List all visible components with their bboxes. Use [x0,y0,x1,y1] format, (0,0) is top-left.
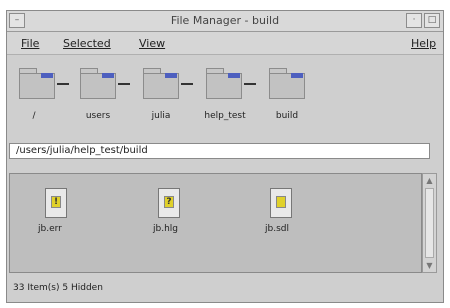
status-bar: 33 Item(s) 5 Hidden [13,283,103,293]
folder-icon-julia[interactable] [143,68,179,99]
path-label-root[interactable]: / [24,111,44,121]
path-separator [57,83,69,85]
file-name[interactable]: jb.hlg [153,224,178,234]
file-manager-window: – File Manager - build · □ File Selected… [6,10,444,303]
document-icon[interactable]: ! [45,188,67,218]
folder-icon-help-test[interactable] [206,68,242,99]
title-bar[interactable]: – File Manager - build · □ [7,11,443,32]
menu-file[interactable]: File [21,37,39,50]
window-title: File Manager - build [170,14,280,27]
maximize-button[interactable]: □ [424,13,440,28]
path-label-julia[interactable]: julia [143,111,179,121]
folder-icon-users[interactable] [80,68,116,99]
path-input[interactable]: /users/julia/help_test/build [9,143,430,159]
document-icon[interactable] [270,188,292,218]
menu-view[interactable]: View [139,37,165,50]
scrollbar-thumb[interactable] [425,188,434,258]
folder-icon-root[interactable] [19,68,55,99]
file-list-area[interactable]: ! jb.err ? jb.hlg jb.sdl [9,173,422,273]
scroll-down-arrow-icon[interactable]: ▼ [425,261,434,270]
file-name[interactable]: jb.sdl [265,224,289,234]
menu-selected[interactable]: Selected [63,37,111,50]
path-separator [181,83,193,85]
document-icon[interactable]: ? [158,188,180,218]
folder-icon-build[interactable] [269,68,305,99]
path-separator [118,83,130,85]
vertical-scrollbar[interactable]: ▲ ▼ [422,173,437,273]
path-separator [244,83,256,85]
scroll-up-arrow-icon[interactable]: ▲ [425,176,434,185]
path-label-build[interactable]: build [269,111,305,121]
path-label-users[interactable]: users [80,111,116,121]
path-label-help-test[interactable]: help_test [200,111,250,121]
menu-bar: File Selected View Help [7,32,443,55]
menu-help[interactable]: Help [411,37,436,50]
minimize-button[interactable]: · [406,13,422,28]
path-bar: / users julia help_test build [7,55,443,125]
file-name[interactable]: jb.err [38,224,62,234]
